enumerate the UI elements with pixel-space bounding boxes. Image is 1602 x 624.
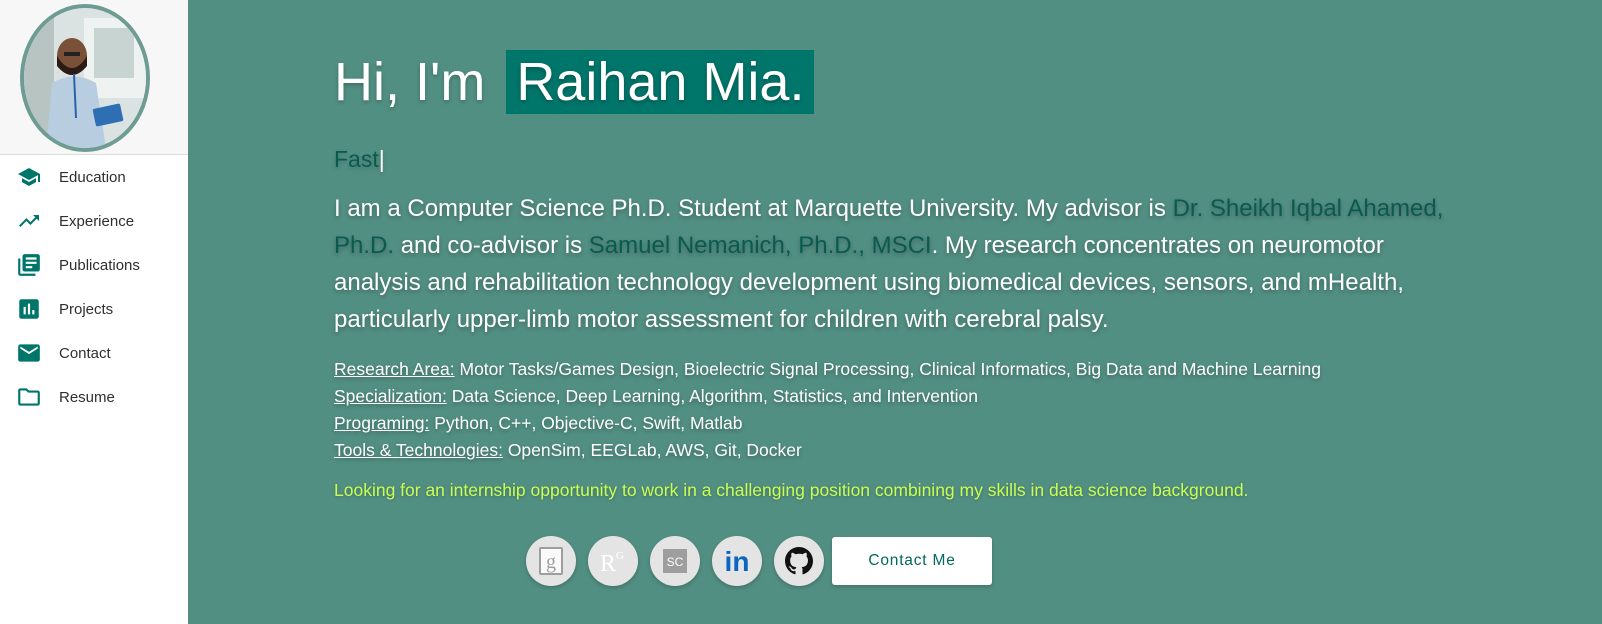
bio-text: and co-advisor is xyxy=(394,232,589,259)
name-highlight: Raihan Mia. xyxy=(506,50,815,114)
mail-icon xyxy=(15,339,43,367)
scholar-sc-icon: SC xyxy=(662,548,688,574)
typing-cursor: | xyxy=(378,146,385,172)
sidebar-item-experience[interactable]: Experience xyxy=(0,199,188,243)
typed-text: Fast| xyxy=(334,144,1434,174)
greeting: Hi, I'm xyxy=(334,52,501,112)
sidebar-nav: Education Experience Publications Projec… xyxy=(0,155,188,419)
svg-text:G: G xyxy=(616,550,624,562)
sidebar-item-publications[interactable]: Publications xyxy=(0,243,188,287)
contact-me-button[interactable]: Contact Me xyxy=(832,537,992,585)
typed-word: Fast xyxy=(334,146,379,172)
svg-text:R: R xyxy=(600,551,616,574)
skill-value: Data Science, Deep Learning, Algorithm, … xyxy=(446,386,978,406)
social-links: g RG SC in Contact Me xyxy=(526,536,992,586)
sidebar-item-contact[interactable]: Contact xyxy=(0,331,188,375)
skill-row-specialization: Specialization: Data Science, Deep Learn… xyxy=(334,383,1434,410)
github-button[interactable] xyxy=(774,536,824,586)
linkedin-button[interactable]: in xyxy=(712,536,762,586)
library-books-icon xyxy=(15,251,43,279)
svg-text:SC: SC xyxy=(667,555,684,569)
skill-key: Specialization: xyxy=(334,386,447,406)
skill-row-programming: Programing: Python, C++, Objective-C, Sw… xyxy=(334,410,1434,437)
sidebar-item-education[interactable]: Education xyxy=(0,155,188,199)
researchgate-icon: RG xyxy=(598,548,628,574)
coadvisor-link[interactable]: Samuel Nemanich, Ph.D., MSCI xyxy=(589,232,932,259)
svg-text:g: g xyxy=(546,551,556,573)
sidebar-item-label: Projects xyxy=(59,300,114,318)
sidebar-item-label: Publications xyxy=(59,256,140,274)
bar-chart-icon xyxy=(15,295,43,323)
google-scholar-button[interactable]: g xyxy=(526,536,576,586)
skills-list: Research Area: Motor Tasks/Games Design,… xyxy=(334,356,1434,464)
sidebar-item-resume[interactable]: Resume xyxy=(0,375,188,419)
folder-icon xyxy=(15,383,43,411)
bio-text: I am a Computer Science Ph.D. Student at… xyxy=(334,195,1173,222)
skill-row-tools: Tools & Technologies: OpenSim, EEGLab, A… xyxy=(334,437,1434,464)
avatar-container xyxy=(0,0,188,155)
about-section: Hi, I'm Raihan Mia. Fast| I am a Compute… xyxy=(334,50,1443,501)
skill-value: Python, C++, Objective-C, Swift, Matlab xyxy=(429,413,743,433)
main-content: Hi, I'm Raihan Mia. Fast| I am a Compute… xyxy=(188,0,1602,624)
trending-up-icon xyxy=(15,207,43,235)
skill-key: Research Area: xyxy=(334,359,455,379)
sidebar: Education Experience Publications Projec… xyxy=(0,0,188,624)
bio-paragraph: I am a Computer Science Ph.D. Student at… xyxy=(334,190,1454,338)
school-icon xyxy=(15,163,43,191)
linkedin-icon: in xyxy=(722,547,752,575)
sidebar-item-label: Contact xyxy=(59,344,111,362)
internship-notice: Looking for an internship opportunity to… xyxy=(334,480,1249,500)
sidebar-item-label: Education xyxy=(59,168,126,186)
skill-key: Tools & Technologies: xyxy=(334,440,503,460)
sidebar-item-label: Resume xyxy=(59,388,115,406)
svg-text:in: in xyxy=(725,547,750,575)
sidebar-item-label: Experience xyxy=(59,212,135,230)
skill-value: Motor Tasks/Games Design, Bioelectric Si… xyxy=(454,359,1321,379)
semantic-scholar-button[interactable]: SC xyxy=(650,536,700,586)
skill-value: OpenSim, EEGLab, AWS, Git, Docker xyxy=(502,440,802,460)
github-icon xyxy=(785,547,813,575)
avatar xyxy=(20,4,150,152)
skill-row-research-area: Research Area: Motor Tasks/Games Design,… xyxy=(334,356,1434,383)
researchgate-button[interactable]: RG xyxy=(588,536,638,586)
sidebar-item-projects[interactable]: Projects xyxy=(0,287,188,331)
skill-key: Programing: xyxy=(334,413,430,433)
google-scholar-icon: g xyxy=(539,547,563,575)
hero-heading: Hi, I'm Raihan Mia. xyxy=(334,50,1434,114)
